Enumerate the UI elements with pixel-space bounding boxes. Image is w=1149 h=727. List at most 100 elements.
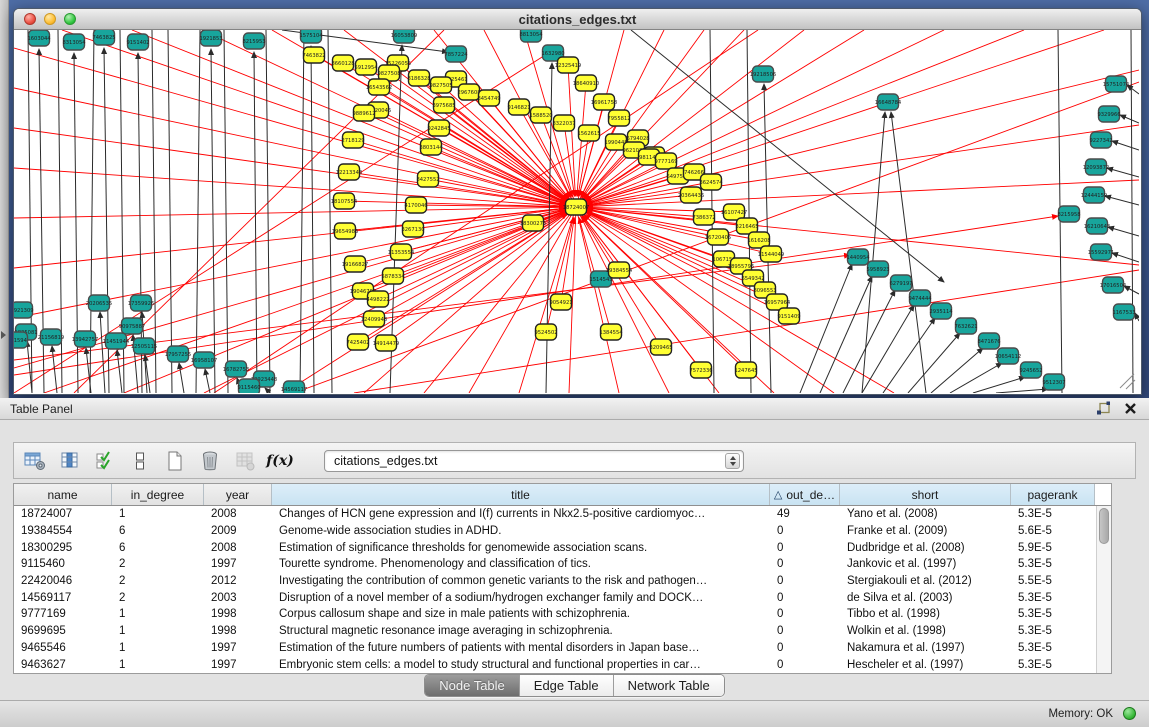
table-cell[interactable]: 9463627 xyxy=(14,659,112,671)
table-cell[interactable]: 5.3E-5 xyxy=(1011,659,1095,671)
table-cell[interactable]: 9465546 xyxy=(14,642,112,654)
delete-table-icon[interactable] xyxy=(197,449,223,473)
combobox-stepper-icon[interactable] xyxy=(725,453,740,469)
table-settings-icon[interactable] xyxy=(22,449,48,473)
function-builder-icon[interactable]: f(x) xyxy=(267,449,293,473)
table-cell[interactable]: Tourette syndrome. Phenomenology and cla… xyxy=(272,558,770,570)
table-cell[interactable]: 18724007 xyxy=(14,508,112,520)
table-cell[interactable]: Estimation of the future numbers of pati… xyxy=(272,642,770,654)
column-header-pagerank[interactable]: pagerank xyxy=(1011,484,1095,505)
table-cell[interactable]: 5.3E-5 xyxy=(1011,592,1095,604)
table-cell[interactable]: Wolkin et al. (1998) xyxy=(840,625,1011,637)
table-row[interactable]: 2242004622012Investigating the contribut… xyxy=(14,573,1096,590)
table-row[interactable]: 977716911998Corpus callosum shape and si… xyxy=(14,606,1096,623)
table-cell[interactable]: 5.3E-5 xyxy=(1011,625,1095,637)
table-row[interactable]: 969969511998Structural magnetic resonanc… xyxy=(14,623,1096,640)
table-cell[interactable]: 22420046 xyxy=(14,575,112,587)
table-cell[interactable]: Genome-wide association studies in ADHD. xyxy=(272,525,770,537)
float-panel-icon[interactable] xyxy=(1096,401,1111,421)
zoom-window-button[interactable] xyxy=(64,13,76,25)
table-row[interactable]: 1872400712008Changes of HCN gene express… xyxy=(14,506,1096,523)
table-cell[interactable]: de Silva et al. (2003) xyxy=(840,592,1011,604)
table-cell[interactable]: 5.3E-5 xyxy=(1011,608,1095,620)
table-cell[interactable]: Disruption of a novel member of a sodium… xyxy=(272,592,770,604)
minimize-window-button[interactable] xyxy=(44,13,56,25)
table-panel-header[interactable]: Table Panel xyxy=(0,398,1149,420)
table-cell[interactable]: 9115460 xyxy=(14,558,112,570)
select-columns-icon[interactable] xyxy=(92,449,118,473)
table-cell[interactable]: 6 xyxy=(112,525,204,537)
table-cell[interactable]: 1998 xyxy=(204,625,272,637)
network-window-titlebar[interactable]: citations_edges.txt xyxy=(14,9,1141,30)
close-panel-icon[interactable] xyxy=(1124,402,1137,420)
table-cell[interactable]: 1 xyxy=(112,608,204,620)
table-cell[interactable]: 0 xyxy=(770,659,840,671)
table-cell[interactable]: 6 xyxy=(112,542,204,554)
table-cell[interactable]: 0 xyxy=(770,592,840,604)
table-cell[interactable]: 1 xyxy=(112,508,204,520)
table-row[interactable]: 946362711997Embryonic stem cells: a mode… xyxy=(14,656,1096,673)
table-cell[interactable]: 0 xyxy=(770,525,840,537)
expand-panel-arrow-icon[interactable] xyxy=(1,331,6,339)
table-cell[interactable]: 9777169 xyxy=(14,608,112,620)
table-cell[interactable]: 5.5E-5 xyxy=(1011,575,1095,587)
table-cell[interactable]: Yano et al. (2008) xyxy=(840,508,1011,520)
table-scrollbar[interactable] xyxy=(1096,506,1111,673)
table-cell[interactable]: 19384554 xyxy=(14,525,112,537)
table-cell[interactable]: 0 xyxy=(770,558,840,570)
column-settings-icon[interactable] xyxy=(57,449,83,473)
network-window[interactable]: citations_edges.txt 16030448313054746382… xyxy=(13,8,1142,395)
table-cell[interactable]: Jankovic et al. (1997) xyxy=(840,558,1011,570)
table-cell[interactable]: 2008 xyxy=(204,508,272,520)
table-cell[interactable]: 9699695 xyxy=(14,625,112,637)
network-canvas[interactable]: 1603044831305474638259151402192185382159… xyxy=(14,30,1139,393)
table-cell[interactable]: Dudbridge et al. (2008) xyxy=(840,542,1011,554)
table-cell[interactable]: 1997 xyxy=(204,659,272,671)
network-view[interactable]: 1603044831305474638259151402192185382159… xyxy=(14,30,1139,393)
column-header-title[interactable]: title xyxy=(272,484,770,505)
column-header-short[interactable]: short xyxy=(840,484,1011,505)
table-cell[interactable]: 2 xyxy=(112,575,204,587)
table-cell[interactable]: Tibbo et al. (1998) xyxy=(840,608,1011,620)
table-row[interactable]: 1938455462009Genome-wide association stu… xyxy=(14,523,1096,540)
table-cell[interactable]: 0 xyxy=(770,642,840,654)
table-cell[interactable]: Changes of HCN gene expression and I(f) … xyxy=(272,508,770,520)
column-header-name[interactable]: name xyxy=(14,484,112,505)
table-cell[interactable]: 2 xyxy=(112,592,204,604)
column-header-out_de[interactable]: △out_de… xyxy=(770,484,840,505)
table-row[interactable]: 1830029562008Estimation of significance … xyxy=(14,539,1096,556)
table-cell[interactable]: 14569117 xyxy=(14,592,112,604)
table-cell[interactable]: Hescheler et al. (1997) xyxy=(840,659,1011,671)
table-cell[interactable]: 2003 xyxy=(204,592,272,604)
table-cell[interactable]: 1 xyxy=(112,642,204,654)
new-table-icon[interactable] xyxy=(162,449,188,473)
table-row[interactable]: 946554611997Estimation of the future num… xyxy=(14,640,1096,657)
collapsed-panel-strip[interactable] xyxy=(0,0,9,398)
memory-status-icon[interactable] xyxy=(1123,707,1136,720)
table-cell[interactable]: Franke et al. (2009) xyxy=(840,525,1011,537)
table-row[interactable]: 911546021997Tourette syndrome. Phenomeno… xyxy=(14,556,1096,573)
table-cell[interactable]: 2 xyxy=(112,558,204,570)
table-cell[interactable]: Structural magnetic resonance image aver… xyxy=(272,625,770,637)
table-cell[interactable]: 5.3E-5 xyxy=(1011,558,1095,570)
table-cell[interactable]: 5.9E-5 xyxy=(1011,542,1095,554)
table-cell[interactable]: Corpus callosum shape and size in male p… xyxy=(272,608,770,620)
column-header-year[interactable]: year xyxy=(204,484,272,505)
table-cell[interactable]: Embryonic stem cells: a model to study s… xyxy=(272,659,770,671)
table-cell[interactable]: Estimation of significance thresholds fo… xyxy=(272,542,770,554)
row-height-icon[interactable] xyxy=(127,449,153,473)
table-cell[interactable]: 0 xyxy=(770,542,840,554)
table-cell[interactable]: 0 xyxy=(770,625,840,637)
table-row[interactable]: 1456911722003Disruption of a novel membe… xyxy=(14,589,1096,606)
table-cell[interactable]: 18300295 xyxy=(14,542,112,554)
table-cell[interactable]: 5.6E-5 xyxy=(1011,525,1095,537)
column-header-in_degree[interactable]: in_degree xyxy=(112,484,204,505)
table-cell[interactable]: 1 xyxy=(112,659,204,671)
tab-node-table[interactable]: Node Table xyxy=(425,675,520,696)
table-cell[interactable]: 1998 xyxy=(204,608,272,620)
table-cell[interactable]: 1 xyxy=(112,625,204,637)
table-cell[interactable]: Stergiakouli et al. (2012) xyxy=(840,575,1011,587)
table-cell[interactable]: 5.3E-5 xyxy=(1011,642,1095,654)
table-cell[interactable]: 1997 xyxy=(204,558,272,570)
table-cell[interactable]: 2012 xyxy=(204,575,272,587)
